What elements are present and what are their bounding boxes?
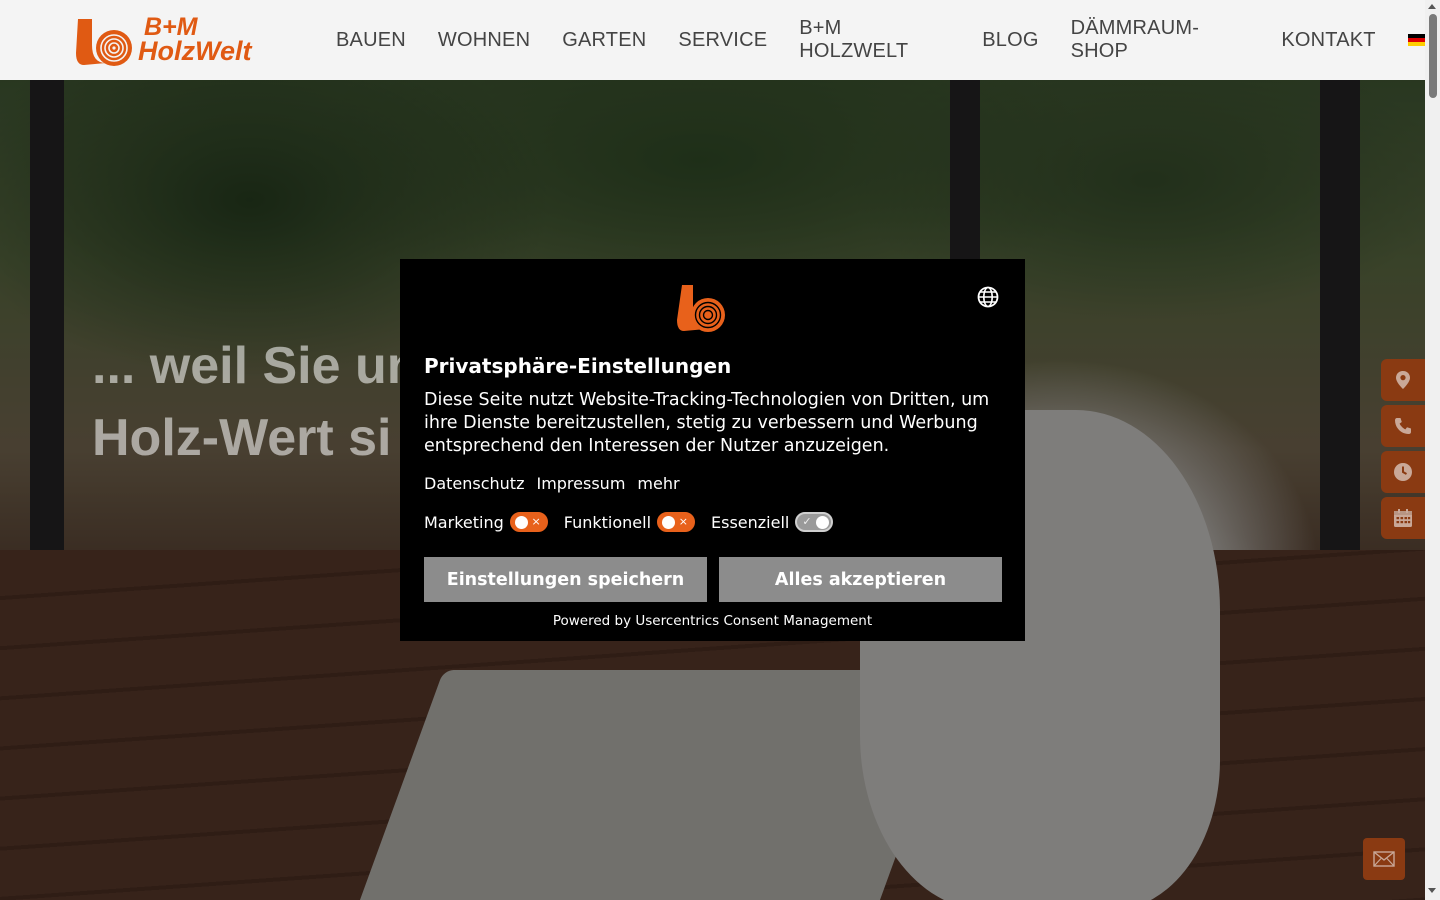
functional-toggle[interactable]: × xyxy=(657,512,696,532)
privacy-consent-dialog: Privatsphäre-Einstellungen Diese Seite n… xyxy=(400,259,1025,641)
marketing-toggle[interactable]: × xyxy=(509,512,548,532)
contact-mail-button[interactable] xyxy=(1363,838,1405,880)
phone-button[interactable] xyxy=(1381,405,1425,447)
essential-toggle[interactable]: ✓ xyxy=(795,512,834,532)
accept-all-button[interactable]: Alles akzeptieren xyxy=(719,557,1002,602)
imprint-link[interactable]: Impressum xyxy=(536,474,625,493)
toggle-knob xyxy=(514,516,528,529)
hero-title: ... weil Sie un Holz-Wert si xyxy=(92,337,419,467)
logo-roll-icon xyxy=(76,19,132,66)
nav-item-holzwelt[interactable]: B+M HOLZWELT xyxy=(783,17,966,63)
marketing-label: Marketing xyxy=(424,512,504,532)
opening-hours-button[interactable] xyxy=(1381,451,1425,493)
brand-logo[interactable]: B+M HolzWelt xyxy=(74,15,266,67)
logo-wordmark: B+M HolzWelt xyxy=(138,15,252,66)
scrollbar-thumb[interactable] xyxy=(1429,14,1437,98)
functional-toggle-group: Funktionell × xyxy=(563,512,696,532)
essential-toggle-group: Essenziell ✓ xyxy=(711,512,834,532)
functional-label: Funktionell xyxy=(563,512,652,532)
consent-title: Privatsphäre-Einstellungen xyxy=(424,354,732,378)
essential-label: Essenziell xyxy=(711,512,790,532)
language-globe-icon[interactable] xyxy=(976,285,1000,309)
page-scrollbar[interactable] xyxy=(1425,0,1440,900)
scroll-up-arrow-icon[interactable] xyxy=(1428,4,1436,9)
nav-item-kontakt[interactable]: KONTAKT xyxy=(1265,29,1391,52)
map-pin-icon xyxy=(1396,371,1410,389)
consent-logo-icon xyxy=(677,285,725,332)
marketing-toggle-group: Marketing × xyxy=(424,512,548,532)
nav-item-bauen[interactable]: BAUEN xyxy=(320,29,422,52)
consent-description: Diese Seite nutzt Website-Tracking-Techn… xyxy=(424,390,990,456)
nav-item-daemmraum-shop[interactable]: DÄMMRAUM-SHOP xyxy=(1055,17,1266,63)
location-button[interactable] xyxy=(1381,359,1425,401)
nav-item-blog[interactable]: BLOG xyxy=(966,29,1054,52)
powered-by-text[interactable]: Powered by Usercentrics Consent Manageme… xyxy=(400,613,1025,629)
side-quick-buttons xyxy=(1381,359,1425,543)
nav-item-garten[interactable]: GARTEN xyxy=(546,29,662,52)
appointment-button[interactable] xyxy=(1381,497,1425,539)
toggle-off-icon: × xyxy=(678,515,689,528)
nav-item-wohnen[interactable]: WOHNEN xyxy=(422,29,546,52)
consent-links: Datenschutz Impressum mehr xyxy=(424,474,680,493)
privacy-link[interactable]: Datenschutz xyxy=(424,474,524,493)
toggle-off-icon: × xyxy=(531,515,541,528)
clock-icon xyxy=(1394,463,1412,481)
nav-item-service[interactable]: SERVICE xyxy=(662,29,783,52)
calendar-icon xyxy=(1394,509,1412,527)
mail-icon xyxy=(1373,851,1395,867)
scroll-down-arrow-icon[interactable] xyxy=(1428,888,1436,893)
main-nav: BAUEN WOHNEN GARTEN SERVICE B+M HOLZWELT… xyxy=(320,0,1425,80)
toggle-check-icon: ✓ xyxy=(802,515,812,528)
logo-line-2: HolzWelt xyxy=(138,36,252,66)
flag-de-icon[interactable] xyxy=(1407,34,1425,46)
site-header: B+M HolzWelt BAUEN WOHNEN GARTEN SERVICE… xyxy=(0,0,1425,80)
save-settings-button[interactable]: Einstellungen speichern xyxy=(424,557,707,602)
more-link[interactable]: mehr xyxy=(637,474,679,493)
phone-icon xyxy=(1395,418,1411,434)
consent-toggles: Marketing × Funktionell × Essenziell ✓ xyxy=(424,512,849,532)
toggle-knob xyxy=(816,516,830,529)
toggle-knob xyxy=(662,516,676,529)
